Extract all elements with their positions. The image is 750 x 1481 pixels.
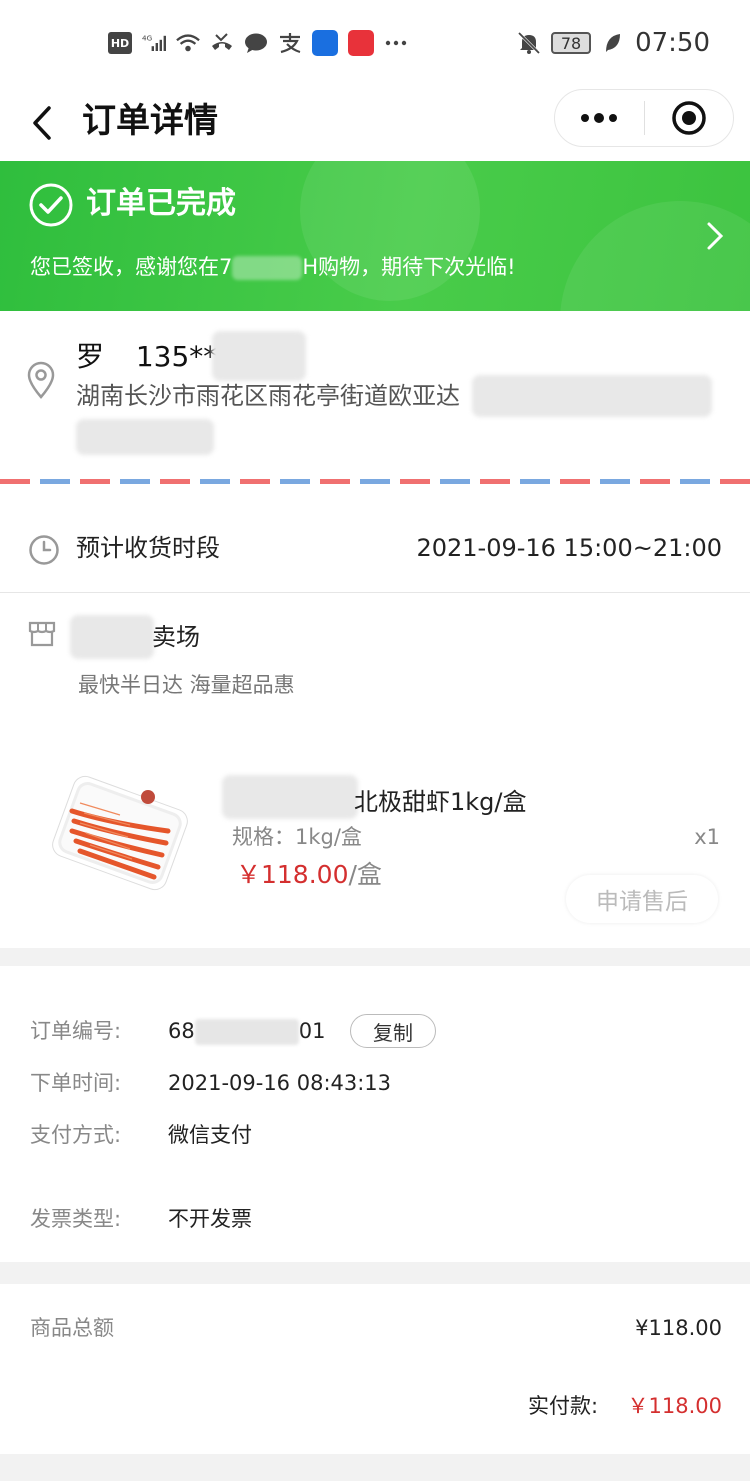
payment-method-label: 支付方式: [30,1123,122,1147]
invoice-type-label: 发票类型: [30,1207,122,1231]
status-bar-right: 78 07:50 [517,26,710,60]
product-spec: 规格：1kg/盒 [232,825,362,849]
invoice-type-row: 发票类型: 不开发票 [30,1201,450,1237]
target-circle-icon [672,101,706,135]
redacted-address [472,375,712,417]
store-card: 卖场 最快半日达 海量超品惠 北极甜虾1kg/盒 规格：1kg/盒 x1 ￥11… [0,593,750,948]
subtitle-prefix: 您已签收，感谢您在7 [30,255,233,279]
check-circle-icon [28,182,74,232]
redacted-order-number [194,1019,299,1045]
airmail-border [0,479,750,484]
missed-call-icon [210,31,234,55]
more-notifications-icon [384,31,408,55]
order-number-value: 68 01 [168,1013,325,1049]
back-button[interactable] [20,93,64,153]
chevron-left-icon [33,106,51,140]
address-line: 湖南长沙市雨花区雨花亭街道欧亚达 [76,382,460,410]
store-name: 卖场 [152,623,200,651]
goods-total-value: ¥118.00 [635,1316,722,1340]
clock: 07:50 [635,28,710,58]
signal-icon: 4G [142,31,166,55]
totals-card: 商品总额 ¥118.00 实付款: ￥118.00 [0,1284,750,1454]
redacted-shop-name [232,256,303,280]
goods-total-label: 商品总额 [30,1316,114,1340]
delivery-time-label: 预计收货时段 [76,534,220,562]
hd-indicator: HD [108,32,132,54]
status-bar-left: HD 4G [108,26,408,60]
battery-indicator: 78 [551,32,592,54]
price-value: ￥118.00 [236,860,349,889]
delivery-time-value: 2021-09-16 15:00~21:00 [416,534,722,562]
redacted-phone [212,331,306,381]
network-type-label: 4G [142,34,152,43]
subtitle-suffix: H购物，期待下次光临! [302,255,516,279]
product-image[interactable] [50,763,190,903]
order-number-label: 订单编号: [30,1019,122,1043]
redacted-product-brand [222,775,358,819]
product-price: ￥118.00/盒 [236,857,382,893]
recipient-name: 罗 [76,340,105,373]
product-name[interactable]: 北极甜虾1kg/盒 [354,785,527,819]
order-time-value: 2021-09-16 08:43:13 [168,1071,392,1095]
store-tagline: 最快半日达 海量超品惠 [78,673,295,697]
delivery-time-card: 预计收货时段 2021-09-16 15:00~21:00 [0,504,750,592]
order-status-title: 订单已完成 [86,186,236,221]
address-card: 罗 135*** 湖南长沙市雨花区雨花亭街道欧亚达 [0,311,750,504]
invoice-type-value: 不开发票 [168,1207,252,1231]
miniprogram-capsule [554,89,734,147]
app-notification-icon [312,30,338,56]
chat-bubble-icon [244,31,268,55]
wifi-icon [176,31,200,55]
after-sale-button[interactable]: 申请售后 [566,875,718,923]
clock-icon [28,534,60,570]
nav-bar: 订单详情 [0,85,750,161]
location-pin-icon [26,361,56,403]
more-dots-icon [581,113,618,123]
status-bar: HD 4G 78 07:50 [0,0,750,85]
redacted-store-name [70,615,154,659]
payment-method-value: 微信支付 [168,1123,252,1147]
price-unit: /盒 [348,860,382,889]
banner-chevron-right-icon[interactable] [700,216,730,256]
redacted-address [76,419,214,455]
order-time-label: 下单时间: [30,1071,122,1095]
page-title: 订单详情 [82,101,218,141]
product-quantity: x1 [694,825,720,849]
order-number-suffix: 01 [298,1019,326,1043]
close-miniprogram-button[interactable] [645,89,734,147]
paid-amount-value: ￥118.00 [627,1394,722,1418]
order-time-row: 下单时间: 2021-09-16 08:43:13 [30,1065,450,1101]
more-menu-button[interactable] [555,89,644,147]
mute-bell-icon [517,31,541,55]
copy-order-number-button[interactable]: 复制 [350,1014,436,1048]
app-notification-icon [348,30,374,56]
alipay-icon [278,31,302,55]
order-status-subtitle: 您已签收，感谢您在7 H购物，期待下次光临! [30,252,516,282]
paid-amount-label: 实付款: [528,1394,599,1418]
store-icon [28,621,56,651]
recipient-name-phone: 罗 135*** [76,337,231,377]
payment-method-row: 支付方式: 微信支付 [30,1117,450,1153]
order-number-prefix: 68 [168,1019,195,1043]
leaf-icon [601,31,625,55]
